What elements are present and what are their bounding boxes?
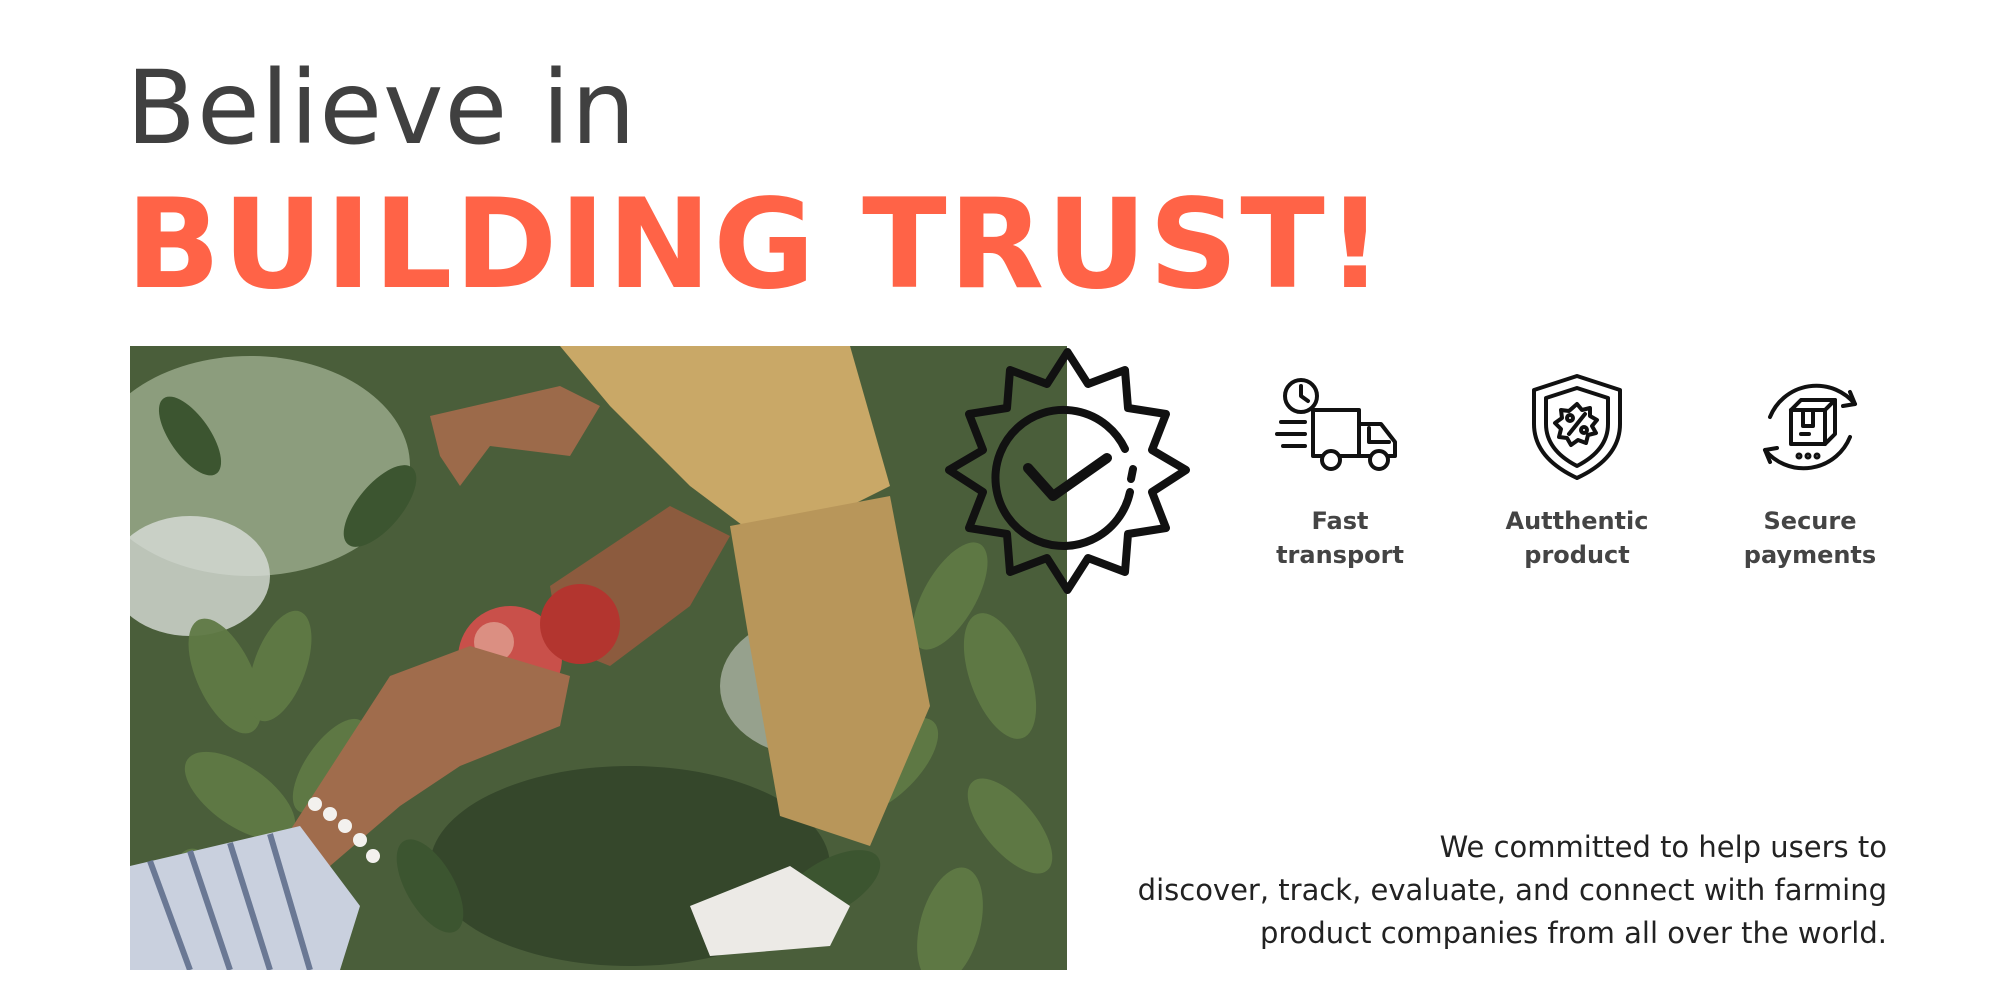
feature-label-line1: Fast bbox=[1311, 507, 1369, 535]
description-line: We committed to help users to bbox=[1439, 830, 1887, 864]
verified-checkmark-badge-icon bbox=[945, 348, 1190, 594]
hero-photo bbox=[130, 346, 1067, 970]
delivery-truck-icon bbox=[1275, 378, 1397, 471]
secure-payment-box-icon bbox=[1763, 383, 1857, 471]
feature-fast-transport: Fast transport bbox=[1240, 372, 1440, 572]
feature-label-line1: Autthentic bbox=[1505, 507, 1649, 535]
feature-secure-payments: Secure payments bbox=[1710, 372, 1910, 572]
shield-percent-icon bbox=[1532, 374, 1622, 480]
feature-list: Fast transport Autthentic product Secure… bbox=[1240, 372, 1920, 592]
feature-label-line2: transport bbox=[1276, 541, 1404, 569]
feature-label-line2: payments bbox=[1743, 541, 1877, 569]
headline-title: BUILDING TRUST! bbox=[126, 173, 1386, 317]
description-line: discover, track, evaluate, and connect w… bbox=[1137, 873, 1887, 907]
feature-authentic-product: Autthentic product bbox=[1477, 372, 1677, 572]
apple-harvest-photo bbox=[130, 346, 1067, 970]
description-line: product companies from all over the worl… bbox=[1259, 916, 1887, 950]
feature-label-line1: Secure bbox=[1763, 507, 1857, 535]
verified-badge bbox=[940, 344, 1195, 599]
description-text: We committed to help users to discover, … bbox=[987, 826, 1887, 955]
feature-label-line2: product bbox=[1524, 541, 1630, 569]
headline-intro: Believe in bbox=[126, 49, 637, 168]
